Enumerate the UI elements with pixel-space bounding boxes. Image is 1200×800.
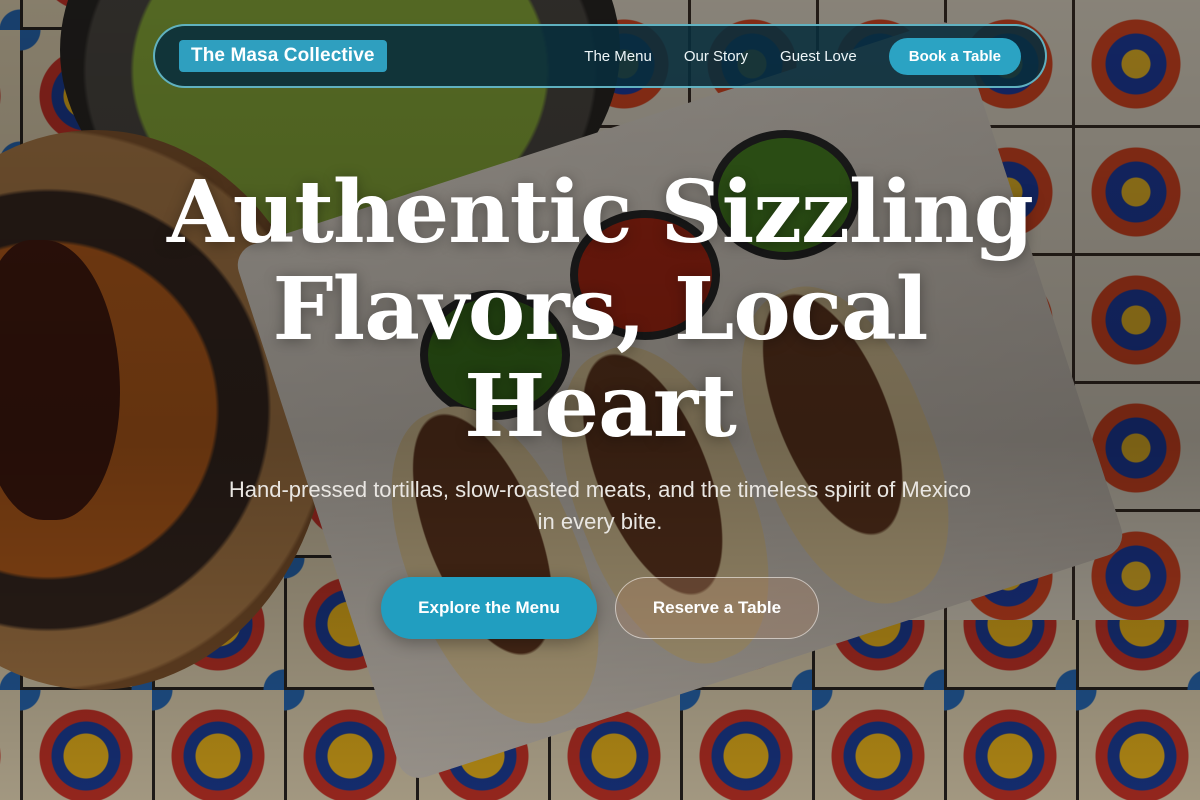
top-navigation-bar: The Masa Collective The Menu Our Story G…: [153, 24, 1047, 88]
nav-link-menu[interactable]: The Menu: [584, 48, 652, 65]
hero-headline-line: Authentic Sizzling: [167, 162, 1034, 263]
hero-subtitle-line: in every bite.: [537, 509, 663, 534]
hero-headline: Authentic Sizzling Flavors, Local Heart: [150, 164, 1050, 455]
reserve-table-button[interactable]: Reserve a Table: [615, 577, 819, 639]
explore-menu-button[interactable]: Explore the Menu: [381, 577, 597, 639]
nav-link-guest-love[interactable]: Guest Love: [780, 48, 857, 65]
hero-subtitle: Hand-pressed tortillas, slow-roasted mea…: [160, 474, 1040, 538]
hero-cta-group: Explore the Menu Reserve a Table: [0, 577, 1200, 639]
book-a-table-button[interactable]: Book a Table: [888, 37, 1021, 75]
hero-headline-line: Flavors, Local: [272, 259, 929, 360]
brand-logo[interactable]: The Masa Collective: [179, 40, 387, 72]
hero-headline-line: Heart: [464, 356, 737, 457]
hero-subtitle-line: Hand-pressed tortillas, slow-roasted mea…: [228, 477, 972, 502]
nav-link-our-story[interactable]: Our Story: [684, 48, 748, 65]
nav-links: The Menu Our Story Guest Love Book a Tab…: [584, 37, 1021, 75]
